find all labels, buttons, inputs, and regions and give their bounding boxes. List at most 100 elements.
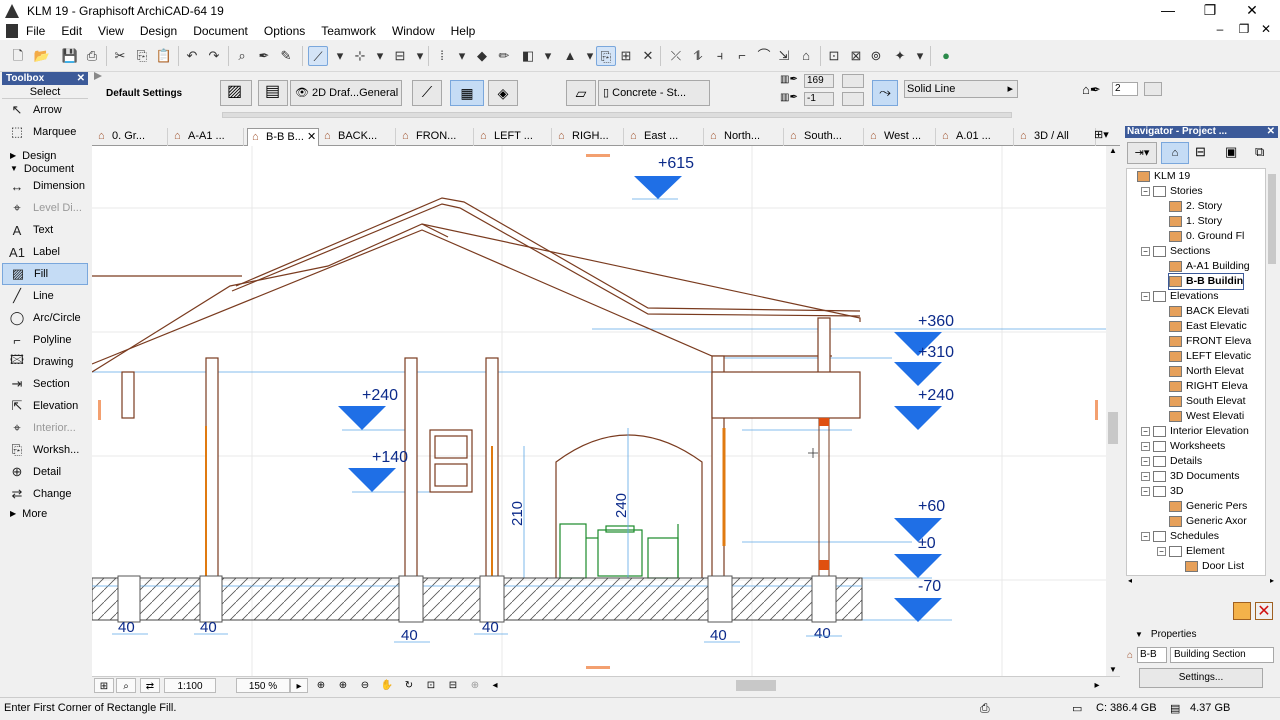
tree-item[interactable]: − Element <box>1157 544 1225 559</box>
info-box-scrollbar[interactable] <box>222 112 1012 118</box>
scale-field[interactable]: 1:100 <box>164 678 216 693</box>
new-file-icon[interactable]: 🗋 <box>8 46 28 66</box>
collapse-icon[interactable]: − <box>1141 247 1150 256</box>
vertical-scrollbar[interactable]: ▲ ▼ <box>1106 146 1120 676</box>
redo-icon[interactable]: ↷ <box>204 46 224 66</box>
zoom-fit-icon[interactable]: ⌕ <box>116 678 136 693</box>
offset-icon[interactable]: ⇲ <box>774 46 794 66</box>
properties-header[interactable]: ▼ Properties <box>1135 629 1197 640</box>
tab-7[interactable]: ⌂ RIGH... <box>554 128 624 146</box>
render-icon[interactable]: ● <box>936 46 956 66</box>
scroll-up-icon[interactable]: ▲ <box>1106 146 1120 155</box>
tool-arc-circle[interactable]: ◯ Arc/Circle <box>2 307 88 329</box>
split-icon[interactable]: ⫞ <box>710 46 730 66</box>
zoom-arrow-icon[interactable]: ▸ <box>290 678 308 693</box>
pen-swatch[interactable] <box>842 74 864 88</box>
tree-item[interactable]: − Interior Elevation <box>1141 424 1249 439</box>
tool-polyline[interactable]: ⌐ Polyline <box>2 329 88 351</box>
collapse-icon[interactable]: − <box>1141 442 1150 451</box>
layer-combination-icon[interactable]: ⇄ <box>140 678 160 693</box>
previous-zoom-icon[interactable]: ⊟ <box>444 678 462 693</box>
quick-options-icon[interactable]: ⊞ <box>94 678 114 693</box>
tool-change[interactable]: ⇄ Change <box>2 483 88 505</box>
adjust-icon[interactable]: ⥮ <box>688 46 708 66</box>
tree-item[interactable]: − Schedules <box>1141 529 1219 544</box>
fill-type-button[interactable]: ▤ <box>258 80 288 106</box>
tree-item[interactable]: A-A1 Building <box>1169 259 1250 274</box>
scroll-left-icon[interactable]: ◂ <box>488 678 502 693</box>
background-pen-field[interactable]: -1 <box>804 92 834 106</box>
tree-item[interactable]: Generic Pers <box>1169 499 1247 514</box>
group-icon[interactable]: ⊡ <box>824 46 844 66</box>
zoom-in-icon[interactable]: ⊕ <box>312 678 330 693</box>
menu-options[interactable]: Options <box>256 24 313 38</box>
tab-5[interactable]: ⌂ FRON... <box>398 128 474 146</box>
tool-label[interactable]: A1 Label <box>2 241 88 263</box>
tab-4[interactable]: ⌂ BACK... <box>320 128 396 146</box>
group-more[interactable]: ▶ More <box>2 507 88 520</box>
bucket-icon[interactable]: ▲ <box>560 46 580 66</box>
rectangle-method-button[interactable]: ▦ <box>450 80 484 106</box>
tree-item[interactable]: − 3D Documents <box>1141 469 1239 484</box>
collapse-icon[interactable]: − <box>1141 187 1150 196</box>
roof-icon[interactable]: ⌂ <box>796 46 816 66</box>
grid-snap-icon[interactable]: ⁞ <box>432 46 452 66</box>
tab-13[interactable]: ⌂ 3D / All <box>1016 128 1096 146</box>
intersect-icon[interactable]: ⤫ <box>666 46 686 66</box>
publisher-icon[interactable]: ⧉ <box>1255 144 1264 160</box>
mdi-restore-button[interactable]: ❐ <box>1234 22 1254 40</box>
fill-transform-button[interactable]: ⟋ <box>412 80 442 106</box>
view-id-field[interactable]: B-B <box>1137 647 1167 663</box>
tool-arrow[interactable]: ↖ Arrow <box>2 99 88 121</box>
paste-icon[interactable]: 📋 <box>154 46 174 66</box>
zoom-icon[interactable]: ⊕ <box>334 678 352 693</box>
dropdown-arrow-icon[interactable]: ▾ <box>910 46 930 66</box>
tab-3[interactable]: ⌂ B-B B... ✕ <box>247 128 319 146</box>
fit-window-icon[interactable]: ⊡ <box>422 678 440 693</box>
drawing-canvas[interactable]: +615 +360 +310 +240 +240 +140 +60 ±0 -70 210 240 4… <box>92 146 1106 676</box>
magic-icon[interactable]: ✦ <box>890 46 910 66</box>
find-select-icon[interactable]: ⌕ <box>232 46 252 66</box>
group-document[interactable]: ▼ Document <box>2 162 88 175</box>
tab-8[interactable]: ⌂ East ... <box>626 128 704 146</box>
tab-10[interactable]: ⌂ South... <box>786 128 864 146</box>
tab-6[interactable]: ⌂ LEFT ... <box>476 128 552 146</box>
tab-2[interactable]: ⌂ A-A1 ... <box>170 128 244 146</box>
scroll-right-icon[interactable]: ▸ <box>1090 678 1104 693</box>
trim-icon[interactable]: ⌐ <box>732 46 752 66</box>
tree-item[interactable]: 1. Story <box>1169 214 1222 229</box>
tab-1[interactable]: ⌂ 0. Gr... <box>94 128 168 146</box>
navigator-popup-icon[interactable]: ⇥▾ <box>1127 142 1157 164</box>
pan-hand-icon[interactable]: ✋ <box>378 678 396 693</box>
tool-fill[interactable]: ▨ Fill <box>2 263 88 285</box>
collapse-icon[interactable] <box>94 72 102 80</box>
close-icon[interactable]: ✕ <box>1267 126 1275 138</box>
tree-item[interactable]: Generic Axor <box>1169 514 1247 529</box>
collapse-icon[interactable]: − <box>1141 472 1150 481</box>
tab-9[interactable]: ⌂ North... <box>706 128 784 146</box>
fill-geometry-button[interactable]: ▨ <box>220 80 252 106</box>
fillet-icon[interactable]: ⌒ <box>754 46 774 66</box>
tool-marquee[interactable]: ⬚ Marquee <box>2 121 88 143</box>
tree-item[interactable]: Object L <box>1185 574 1241 575</box>
tab-11[interactable]: ⌂ West ... <box>866 128 936 146</box>
dropdown-arrow-icon[interactable]: ▾ <box>330 46 350 66</box>
tree-item[interactable]: − Worksheets <box>1141 439 1225 454</box>
view-map-icon[interactable]: ⊟ <box>1195 144 1206 160</box>
scroll-down-icon[interactable]: ▼ <box>1106 665 1120 674</box>
tool-dimension[interactable]: ↔ Dimension <box>2 175 88 197</box>
tree-item[interactable]: East Elevatic <box>1169 319 1247 334</box>
tool-detail[interactable]: ⊕ Detail <box>2 461 88 483</box>
tool-worksh[interactable]: ⎘ Worksh... <box>2 439 88 461</box>
tree-item[interactable]: − Elevations <box>1141 289 1218 304</box>
tool-line[interactable]: ╱ Line <box>2 285 88 307</box>
cube-icon[interactable]: ◧ <box>518 46 538 66</box>
tree-item[interactable]: Door List <box>1185 559 1244 574</box>
menu-edit[interactable]: Edit <box>53 24 90 38</box>
cover-fill-button[interactable]: ▱ <box>566 80 596 106</box>
collapse-icon[interactable]: − <box>1141 427 1150 436</box>
tool-interior[interactable]: ⌖ Interior... <box>2 417 88 439</box>
next-zoom-icon[interactable]: ⊕ <box>466 678 484 693</box>
open-file-icon[interactable]: 📂 <box>32 46 52 66</box>
contour-button[interactable]: ⤳ <box>872 80 898 106</box>
